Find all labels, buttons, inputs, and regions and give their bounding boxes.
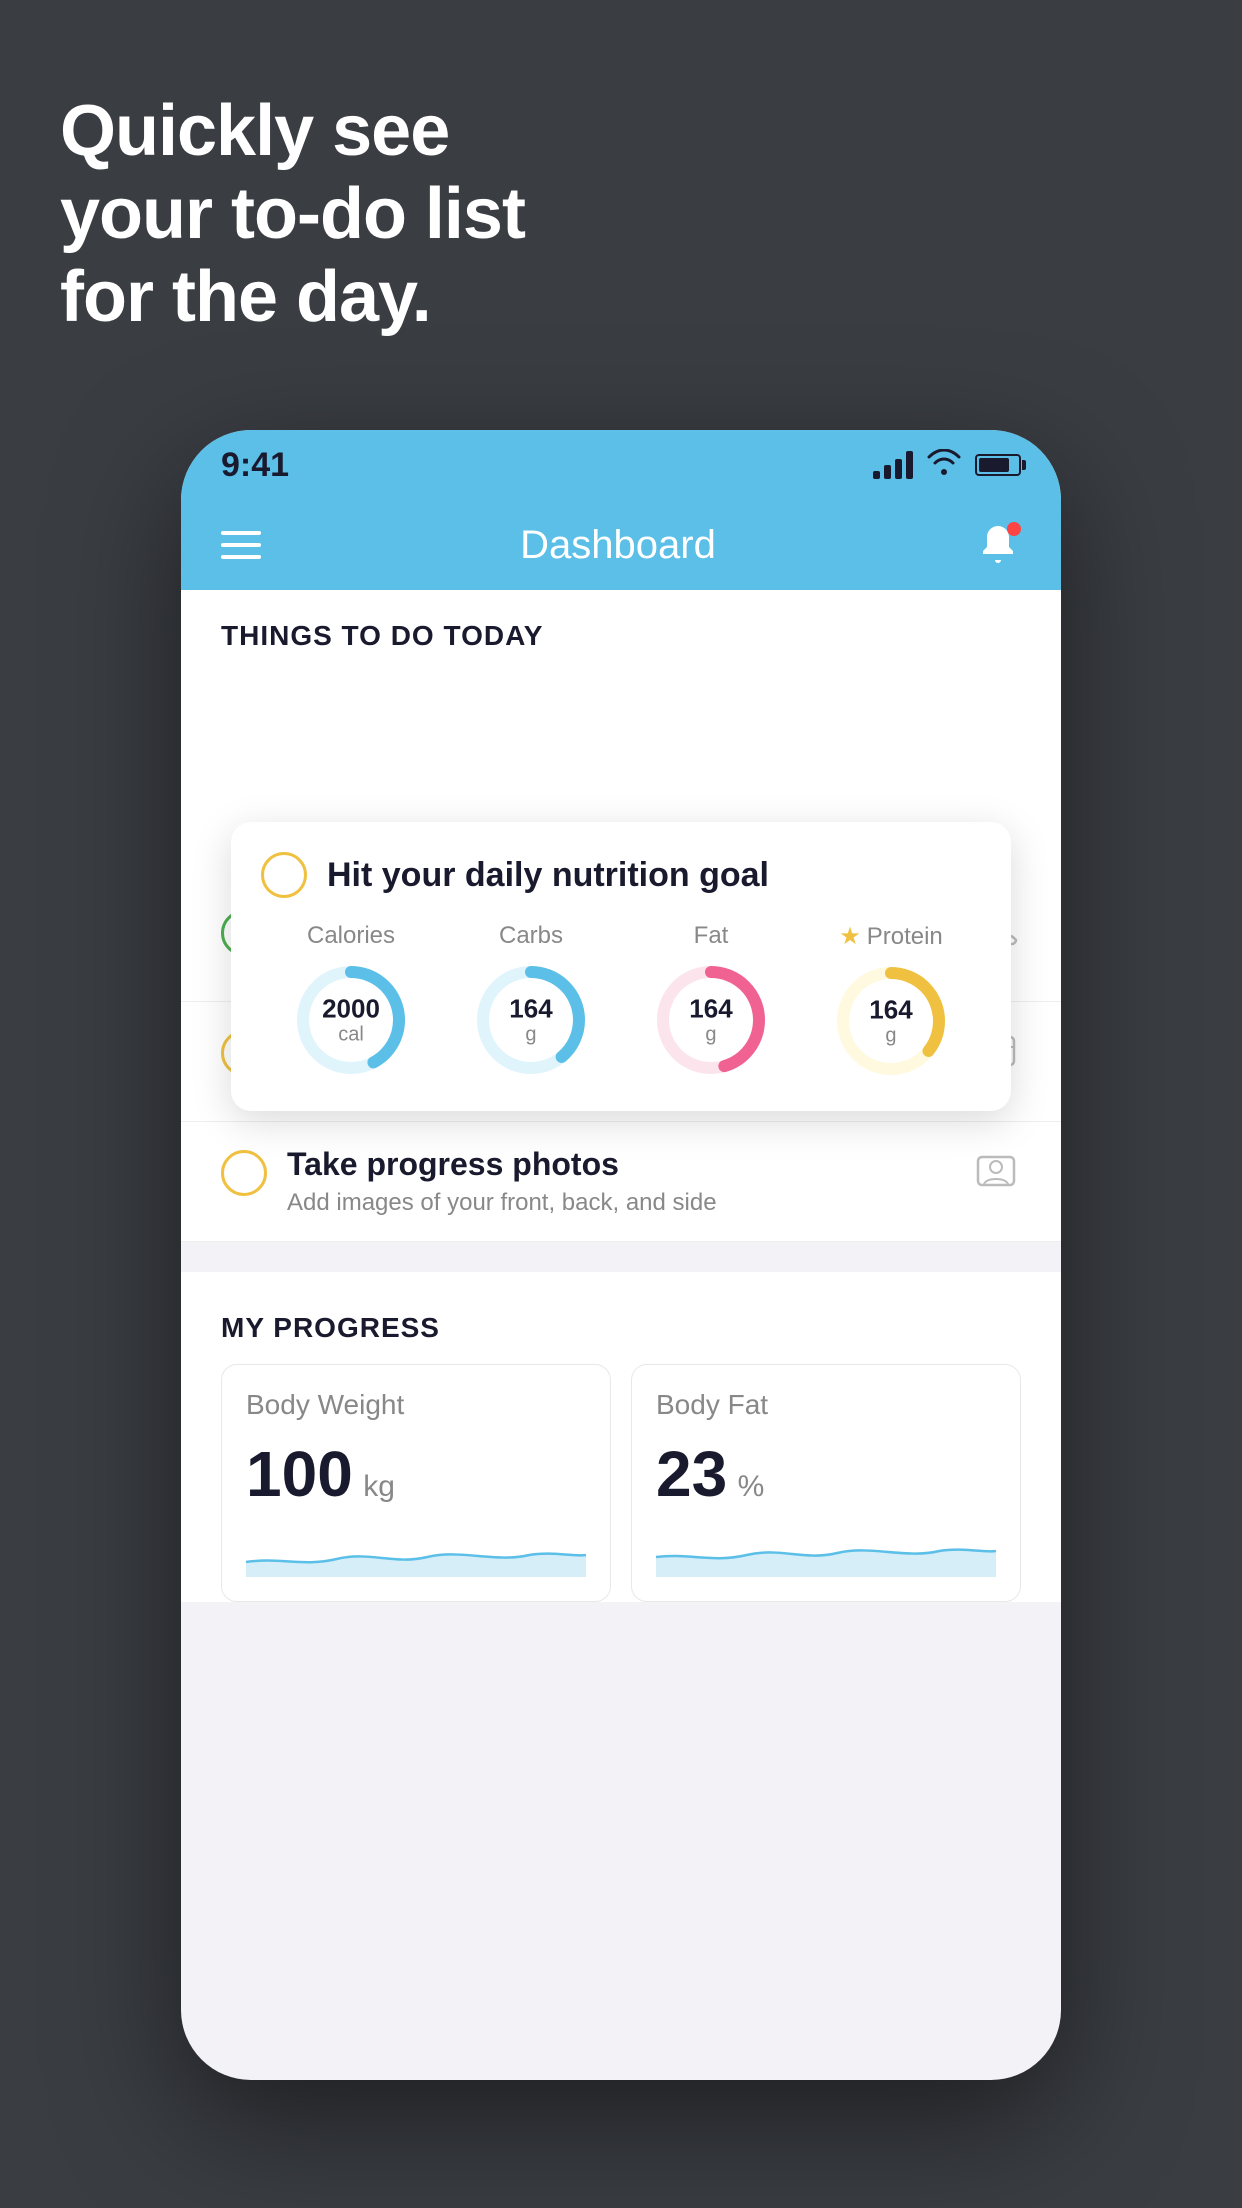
- battery-icon: [975, 454, 1021, 476]
- macro-calories-label: Calories: [307, 922, 395, 950]
- progress-photos-subtitle: Add images of your front, back, and side: [287, 1189, 951, 1217]
- macro-fat-label: Fat: [694, 922, 729, 950]
- body-fat-value: 23: [656, 1438, 727, 1510]
- carbs-value: 164: [509, 995, 552, 1024]
- macro-calories: Calories 2000 cal: [291, 922, 411, 1080]
- body-weight-card-title: Body Weight: [246, 1389, 586, 1421]
- things-section: THINGS TO DO TODAY Hit your daily nutrit…: [181, 590, 1061, 882]
- status-bar: 9:41: [181, 430, 1061, 500]
- headline-line2: your to-do list: [60, 173, 525, 256]
- protein-unit: g: [869, 1024, 912, 1046]
- body-weight-card: Body Weight 100 kg: [221, 1364, 611, 1602]
- body-fat-chart: [656, 1527, 996, 1577]
- macro-carbs-label: Carbs: [499, 922, 563, 950]
- phone-frame: 9:41 Da: [181, 430, 1061, 2080]
- nutrition-card-title: Hit your daily nutrition goal: [327, 856, 769, 895]
- calories-unit: cal: [322, 1023, 380, 1045]
- menu-button[interactable]: [221, 531, 261, 559]
- protein-value: 164: [869, 996, 912, 1025]
- star-icon: ★: [839, 922, 861, 951]
- hamburger-line: [221, 531, 261, 535]
- macro-fat: Fat 164 g: [651, 922, 771, 1080]
- hamburger-line: [221, 555, 261, 559]
- body-fat-unit: %: [738, 1470, 765, 1503]
- body-weight-value: 100: [246, 1438, 353, 1510]
- donut-calories: 2000 cal: [291, 960, 411, 1080]
- status-icons: [873, 449, 1021, 482]
- macro-carbs: Carbs 164 g: [471, 922, 591, 1080]
- notification-dot: [1007, 522, 1021, 536]
- nutrition-card: Hit your daily nutrition goal Calories: [231, 822, 1011, 1111]
- hamburger-line: [221, 543, 261, 547]
- fat-unit: g: [689, 1023, 732, 1045]
- app-header: Dashboard: [181, 500, 1061, 590]
- things-section-title: THINGS TO DO TODAY: [221, 620, 1021, 652]
- headline-line1: Quickly see: [60, 90, 525, 173]
- macro-protein-label: ★ Protein: [839, 922, 943, 951]
- donut-fat: 164 g: [651, 960, 771, 1080]
- body-fat-card: Body Fat 23 %: [631, 1364, 1021, 1602]
- progress-photos-title: Take progress photos: [287, 1146, 951, 1183]
- nutrition-checkbox[interactable]: [261, 852, 307, 898]
- progress-photos-text: Take progress photos Add images of your …: [287, 1146, 951, 1217]
- signal-icon: [873, 451, 913, 479]
- progress-section: MY PROGRESS Body Weight 100 kg Body F: [181, 1272, 1061, 1602]
- nutrition-macros: Calories 2000 cal: [261, 922, 981, 1081]
- status-time: 9:41: [221, 446, 289, 485]
- macro-protein: ★ Protein 164 g: [831, 922, 951, 1081]
- notification-button[interactable]: [975, 522, 1021, 568]
- progress-cards: Body Weight 100 kg Body Fat 23 %: [221, 1364, 1021, 1602]
- body-fat-card-title: Body Fat: [656, 1389, 996, 1421]
- person-photo-icon: [971, 1146, 1021, 1196]
- todo-item-progress-photos[interactable]: Take progress photos Add images of your …: [181, 1122, 1061, 1242]
- calories-value: 2000: [322, 995, 380, 1024]
- body-weight-chart: [246, 1527, 586, 1577]
- donut-protein: 164 g: [831, 961, 951, 1081]
- carbs-unit: g: [509, 1023, 552, 1045]
- header-title: Dashboard: [520, 523, 716, 568]
- body-weight-unit: kg: [363, 1470, 395, 1503]
- fat-value: 164: [689, 995, 732, 1024]
- wifi-icon: [927, 449, 961, 482]
- progress-section-title: MY PROGRESS: [221, 1312, 1021, 1344]
- headline: Quickly see your to-do list for the day.: [60, 90, 525, 338]
- donut-carbs: 164 g: [471, 960, 591, 1080]
- headline-line3: for the day.: [60, 256, 525, 339]
- progress-photos-checkbox[interactable]: [221, 1150, 267, 1196]
